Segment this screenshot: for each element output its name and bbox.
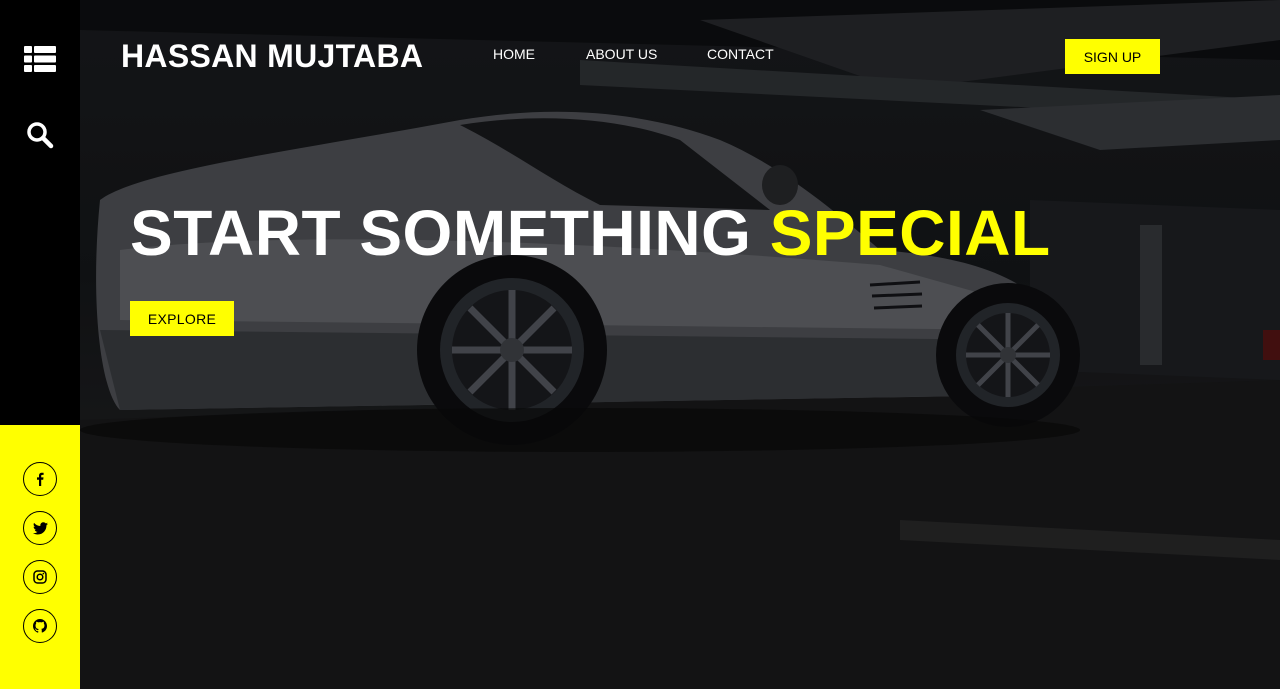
sidebar — [0, 0, 80, 689]
github-icon — [33, 619, 47, 633]
hero-overlay — [80, 0, 1280, 689]
nav-about-us[interactable]: ABOUT US — [586, 46, 657, 62]
site-logo[interactable]: HASSAN MUJTABA — [121, 38, 423, 75]
social-panel — [0, 425, 80, 689]
search-button[interactable] — [0, 110, 80, 160]
menu-button[interactable] — [0, 34, 80, 84]
facebook-icon — [37, 472, 44, 486]
nav-home[interactable]: HOME — [493, 46, 535, 62]
headline-accent-text: SPECIAL — [769, 197, 1051, 269]
search-icon — [27, 122, 54, 149]
nav-contact[interactable]: CONTACT — [707, 46, 774, 62]
facebook-link[interactable] — [23, 462, 57, 496]
twitter-icon — [32, 521, 48, 534]
github-link[interactable] — [23, 609, 57, 643]
landing-page: HASSAN MUJTABA HOME ABOUT US CONTACT SIG… — [0, 0, 1280, 689]
menu-icon — [24, 46, 56, 72]
sign-up-button[interactable]: SIGN UP — [1065, 39, 1160, 74]
hero-background — [80, 0, 1280, 689]
twitter-link[interactable] — [23, 511, 57, 545]
hero-headline: START SOMETHING SPECIAL — [130, 196, 1051, 270]
headline-main-text: START SOMETHING — [130, 197, 770, 269]
explore-button[interactable]: EXPLORE — [130, 301, 234, 336]
instagram-link[interactable] — [23, 560, 57, 594]
instagram-icon — [33, 570, 47, 584]
